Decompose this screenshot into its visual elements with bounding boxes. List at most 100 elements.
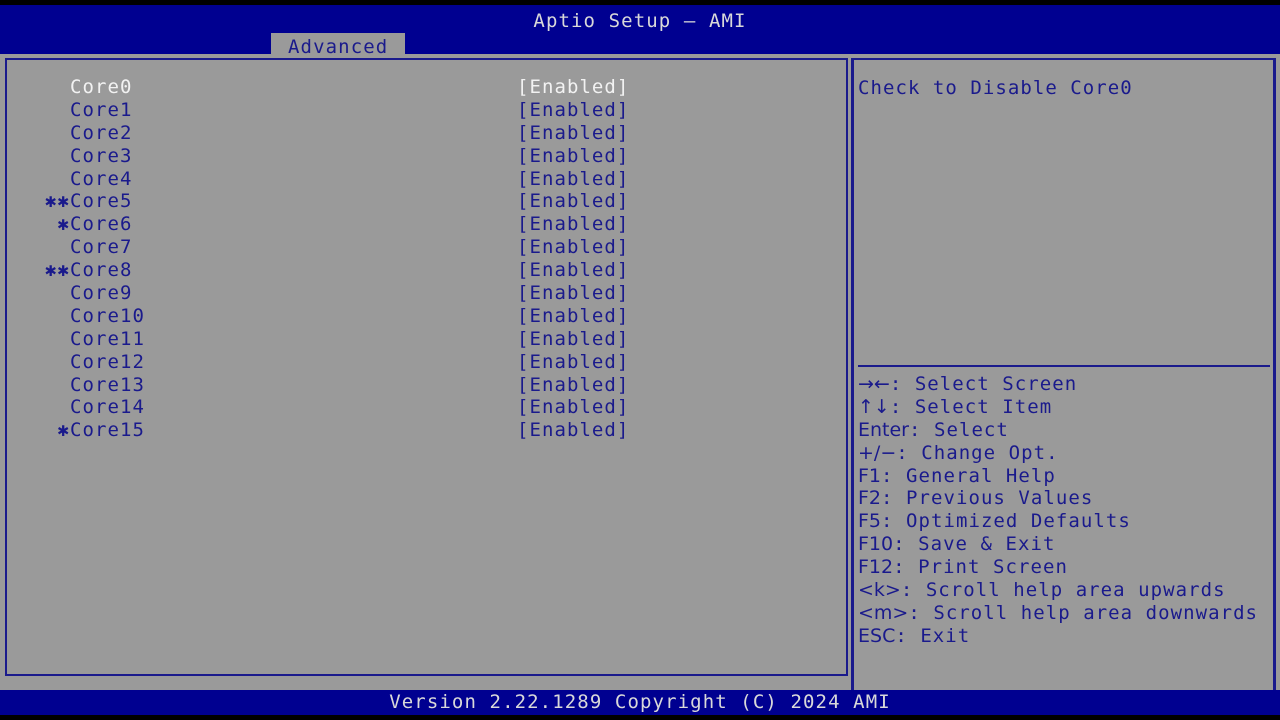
row-value[interactable]: [Enabled] [517,396,629,419]
row-label: Core11 [70,328,145,351]
settings-row[interactable]: Core3 [Enabled] [7,145,846,168]
row-label: Core5 [70,190,132,213]
legend-line: →←: Select Screen [858,373,1276,396]
row-asterisk-marker: ✱ [7,213,70,236]
settings-row[interactable]: Core0 [Enabled] [7,76,846,99]
bottom-black-bar [0,715,1280,720]
row-label: Core1 [70,99,132,122]
legend-action-label: : Select Screen [890,373,1077,395]
legend-line: F10: Save & Exit [858,533,1276,556]
footer-bar: Version 2.22.1289 Copyright (C) 2024 AMI [0,690,1280,715]
settings-row[interactable]: Core9 [Enabled] [7,282,846,305]
row-value[interactable]: [Enabled] [517,122,629,145]
legend-action-label: : Save & Exit [893,533,1055,555]
row-value[interactable]: [Enabled] [517,328,629,351]
row-asterisk-marker: ✱✱ [7,190,70,213]
settings-row[interactable]: Core10 [Enabled] [7,305,846,328]
enter-key-icon: Enter [858,419,909,442]
row-label: Core15 [70,419,145,442]
legend-action-label: : Scroll help area upwards [901,579,1226,601]
row-value[interactable]: [Enabled] [517,145,629,168]
settings-row[interactable]: Core2 [Enabled] [7,122,846,145]
row-value[interactable]: [Enabled] [517,99,629,122]
help-divider [858,365,1270,367]
legend-action-label: : Print Screen [893,556,1068,578]
k-key-icon: <k> [858,579,901,602]
legend-action-label: : Exit [895,625,970,647]
legend-line: F2: Previous Values [858,487,1276,510]
m-key-icon: <m> [858,602,908,625]
legend-line: <m>: Scroll help area downwards [858,602,1276,625]
legend-action-label: : Scroll help area downwards [908,602,1258,624]
f2-key-icon: F2 [858,487,881,510]
settings-row[interactable]: Core7 [Enabled] [7,236,846,259]
row-label: Core14 [70,396,145,419]
settings-row[interactable]: Core4 [Enabled] [7,168,846,191]
legend-line: Enter: Select [858,419,1276,442]
body-area: Core0 [Enabled] Core1 [Enabled] Core2 [Enable… [0,54,1280,690]
row-value[interactable]: [Enabled] [517,419,629,442]
legend-line: F12: Print Screen [858,556,1276,579]
row-label: Core3 [70,145,132,168]
legend-line: +/−: Change Opt. [858,442,1276,465]
f5-key-icon: F5 [858,510,881,533]
row-value[interactable]: [Enabled] [517,282,629,305]
f10-key-icon: F10 [858,533,893,556]
row-value[interactable]: [Enabled] [517,374,629,397]
f1-key-icon: F1 [858,465,881,488]
esc-key-icon: ESC [858,625,895,648]
row-label: Core8 [70,259,132,282]
row-asterisk-marker: ✱ [7,419,70,442]
plus-minus-key-icon: +/− [858,442,896,465]
help-description: Check to Disable Core0 [858,77,1268,100]
row-label: Core7 [70,236,132,259]
row-value[interactable]: [Enabled] [517,236,629,259]
legend-action-label: : Previous Values [881,487,1093,509]
row-label: Core9 [70,282,132,305]
settings-row[interactable]: ✱✱Core8 [Enabled] [7,259,846,282]
page-title: Aptio Setup – AMI [0,10,1280,32]
legend-action-label: : Select Item [890,396,1052,418]
row-label: Core10 [70,305,145,328]
legend-line: F1: General Help [858,465,1276,488]
settings-row[interactable]: ✱✱Core5 [Enabled] [7,190,846,213]
settings-row[interactable]: Core13 [Enabled] [7,374,846,397]
settings-row[interactable]: Core1 [Enabled] [7,99,846,122]
f12-key-icon: F12 [858,556,893,579]
legend-line: F5: Optimized Defaults [858,510,1276,533]
legend-action-label: : General Help [881,465,1056,487]
legend-action-label: : Select [909,419,1009,441]
settings-row[interactable]: ✱Core15 [Enabled] [7,419,846,442]
legend-line: <k>: Scroll help area upwards [858,579,1276,602]
row-value[interactable]: [Enabled] [517,190,629,213]
settings-row[interactable]: Core14 [Enabled] [7,396,846,419]
legend-line: ↑↓: Select Item [858,396,1276,419]
arrow-up-down-icon: ↑↓ [858,396,890,419]
key-legend-list: →←: Select Screen↑↓: Select ItemEnter: S… [858,373,1276,648]
legend-line: ESC: Exit [858,625,1276,648]
row-label: Core2 [70,122,132,145]
help-panel: Check to Disable Core0 →←: Select Screen… [851,58,1276,690]
row-value[interactable]: [Enabled] [517,168,629,191]
row-label: Core4 [70,168,132,191]
legend-action-label: : Change Opt. [896,442,1058,464]
settings-panel: Core0 [Enabled] Core1 [Enabled] Core2 [Enable… [5,58,848,676]
version-text: Version 2.22.1289 Copyright (C) 2024 AMI [0,691,1280,714]
row-value[interactable]: [Enabled] [517,305,629,328]
row-label: Core6 [70,213,132,236]
row-label: Core0 [70,76,132,99]
row-value[interactable]: [Enabled] [517,351,629,374]
row-asterisk-marker: ✱✱ [7,259,70,282]
row-label: Core12 [70,351,145,374]
settings-row[interactable]: Core11 [Enabled] [7,328,846,351]
row-value[interactable]: [Enabled] [517,213,629,236]
settings-row[interactable]: ✱Core6 [Enabled] [7,213,846,236]
header-bar: Aptio Setup – AMI Advanced [0,5,1280,54]
settings-row[interactable]: Core12 [Enabled] [7,351,846,374]
settings-row-list: Core0 [Enabled] Core1 [Enabled] Core2 [Enable… [7,76,846,442]
row-value[interactable]: [Enabled] [517,259,629,282]
legend-action-label: : Optimized Defaults [881,510,1131,532]
row-label: Core13 [70,374,145,397]
arrow-left-right-icon: →← [858,373,890,396]
row-value[interactable]: [Enabled] [517,76,629,99]
